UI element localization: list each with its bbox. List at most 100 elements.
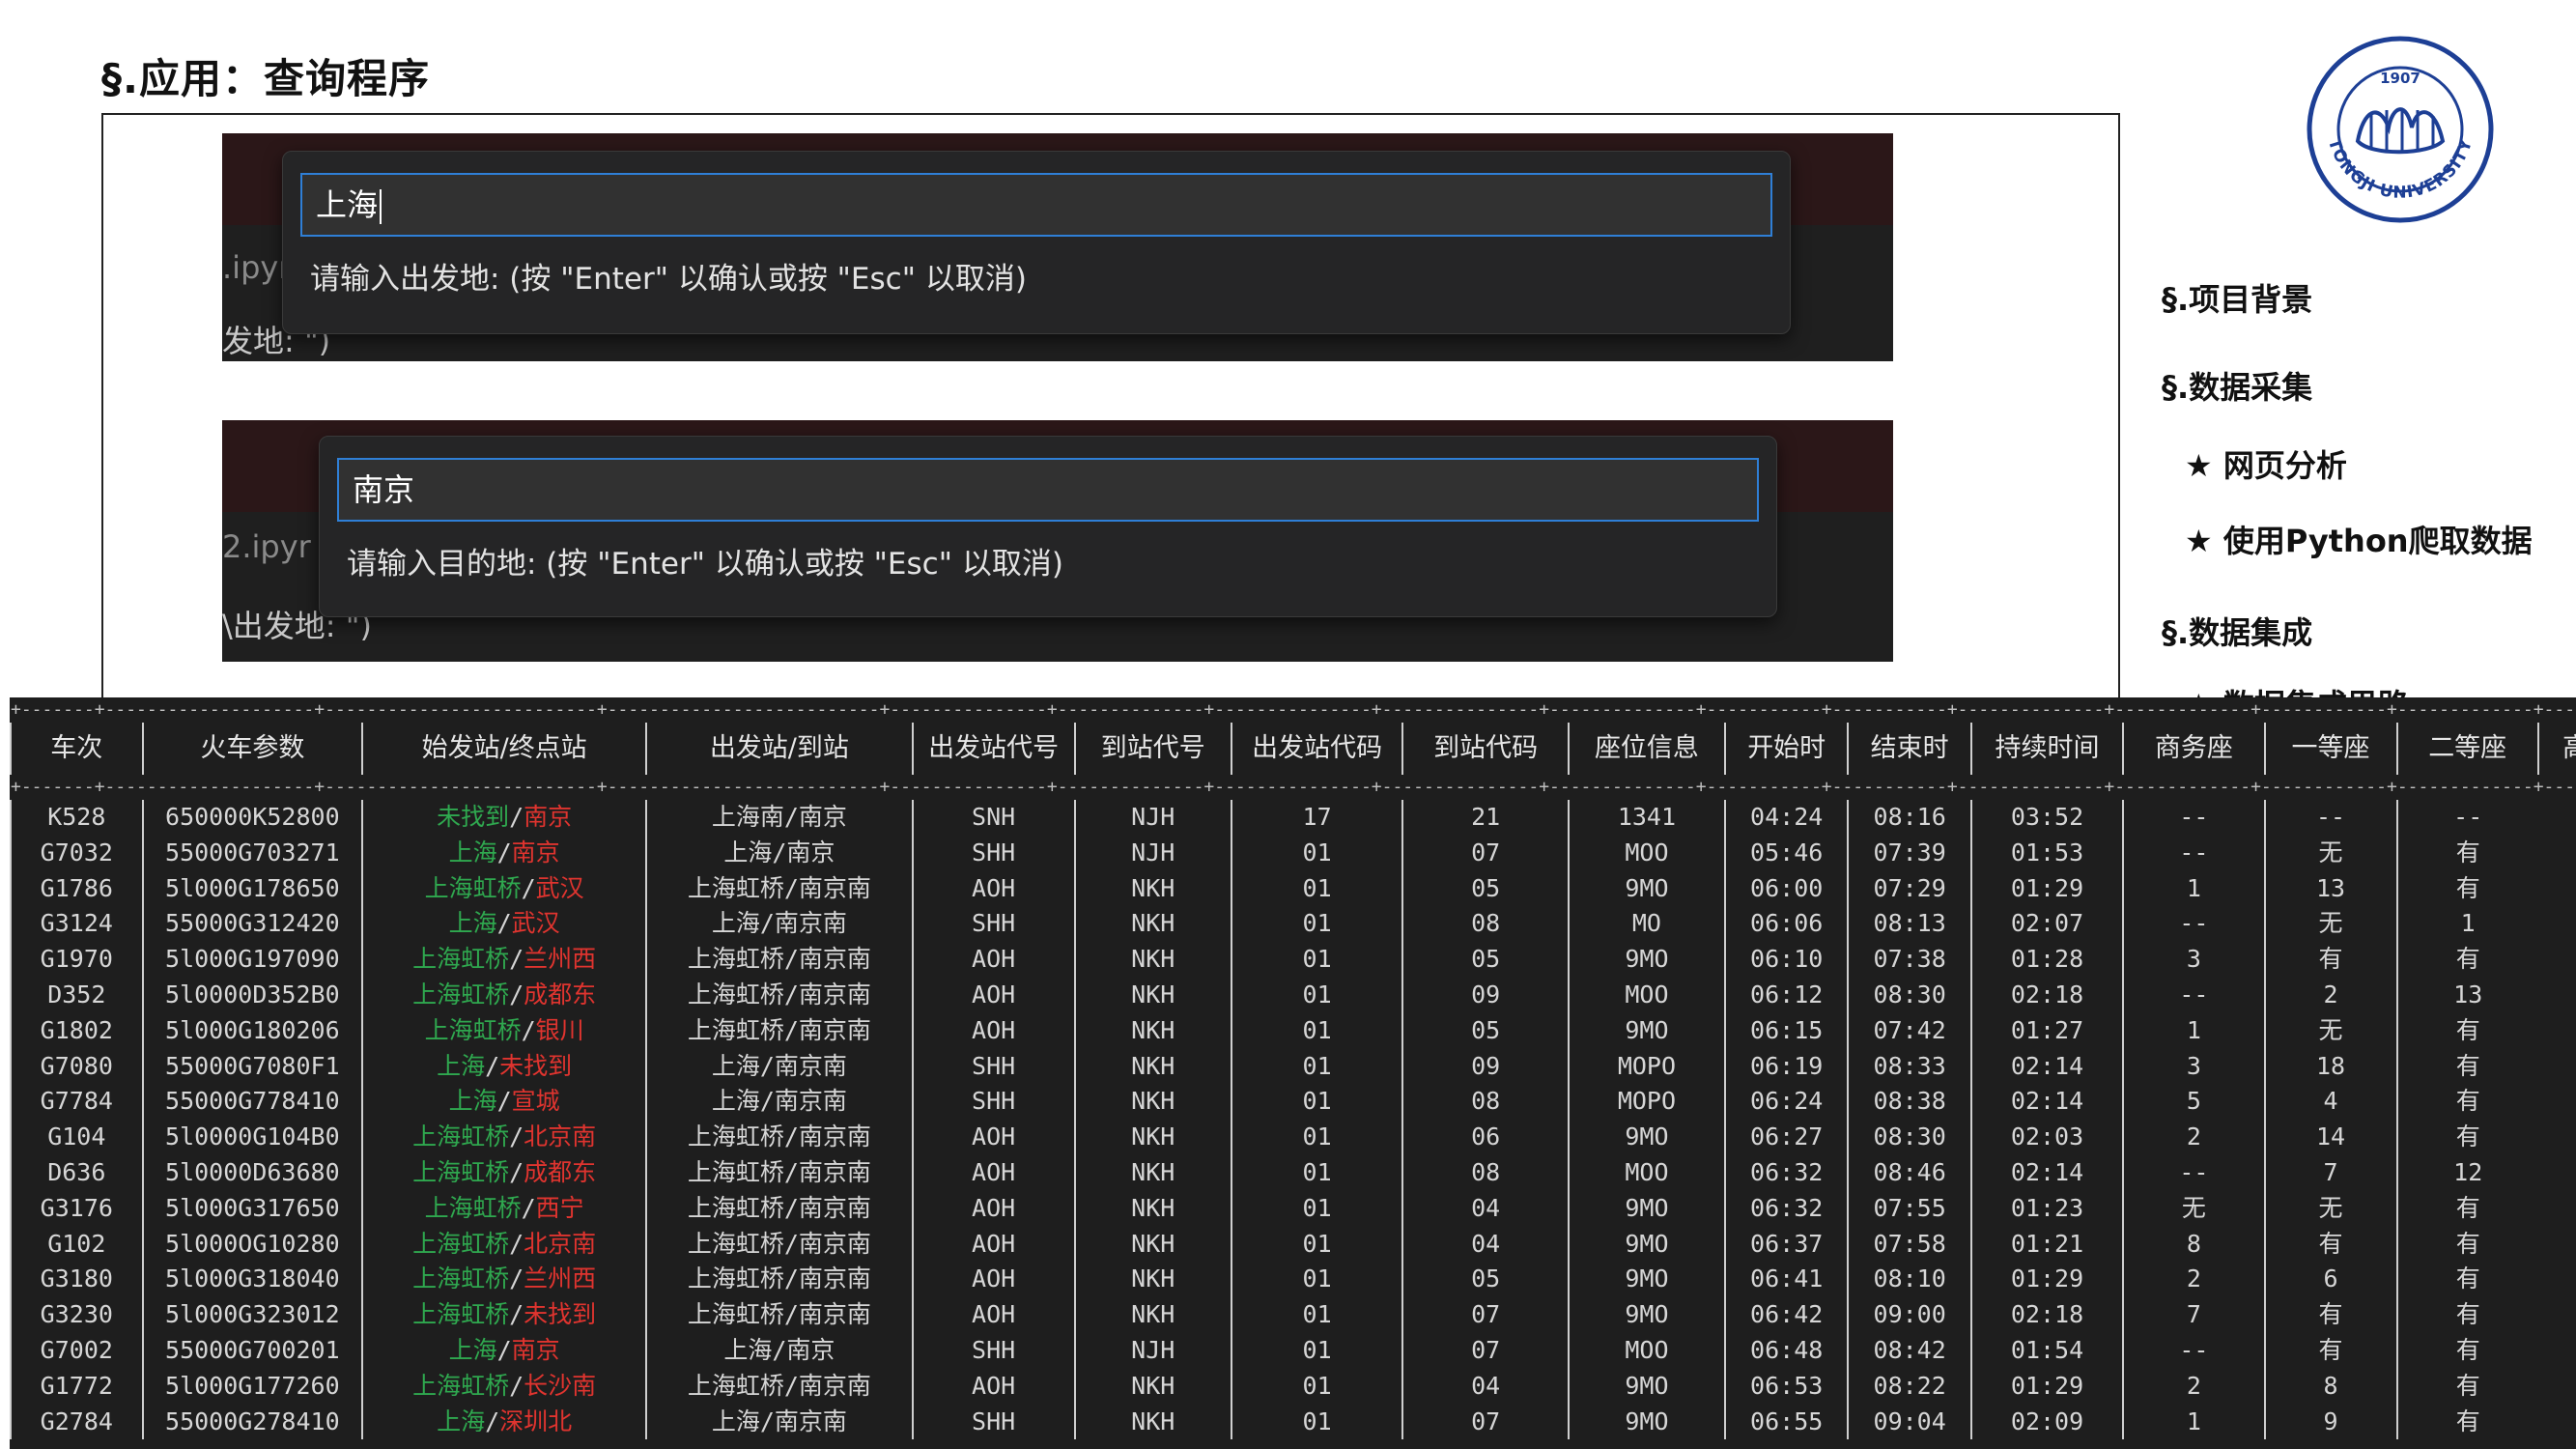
table-cell: 有 [2395, 942, 2538, 978]
table-cell: 08:33 [1847, 1048, 1971, 1085]
table-cell: NKH [1073, 1048, 1231, 1085]
table-cell: G7032 [10, 835, 143, 871]
table-cell: 01:27 [1969, 1012, 2124, 1049]
table-cell: 有 [2395, 835, 2538, 871]
column-header: 始发站/终点站 [361, 723, 647, 775]
table-cell: 02:03 [1969, 1120, 2124, 1155]
table-cell: AOH [911, 1154, 1075, 1191]
table-cell: NJH [1073, 1332, 1231, 1369]
table-cell: 9MO [1567, 1404, 1725, 1440]
table-cell: 01 [1230, 1084, 1403, 1121]
table-cell: 9MO [1567, 1120, 1725, 1155]
table-row: D636 5l0000D63680 上海虹桥/成都东 上海虹桥/南京南 AOH NKH 01… [10, 1154, 2576, 1191]
table-cell: 02:14 [1969, 1048, 2124, 1085]
table-cell: NKH [1073, 870, 1231, 907]
table-cell: 有 [2263, 1297, 2397, 1333]
table-cell: G2784 [10, 1404, 143, 1440]
table-cell: 06:00 [1723, 870, 1849, 907]
table-row: G7784 55000G778410 上海/宣城 上海/南京南 SHH NKH 01 08 MO… [10, 1084, 2576, 1121]
table-row: G3124 55000G312420 上海/武汉 上海/南京南 SHH NKH 01 08 MO… [10, 906, 2576, 943]
start-end-station-cell: 上海/未找到 [361, 1048, 647, 1085]
table-cell: 01 [1230, 1012, 1403, 1049]
start-end-station-cell: 上海/武汉 [361, 906, 647, 943]
table-cell: 有 [2395, 1048, 2538, 1085]
departure-input[interactable]: 上海 [300, 173, 1772, 237]
sidebar-item-python-crawl[interactable]: ★ 使用Python爬取数据 [2185, 517, 2533, 561]
separator: / [509, 803, 524, 831]
table-cell: 01:54 [1969, 1332, 2124, 1369]
background-filename: .ipyr [222, 249, 292, 286]
sidebar-item-web-analysis[interactable]: ★ 网页分析 [2185, 441, 2347, 486]
column-header: 持续时间 [1969, 723, 2124, 775]
table-cell: G1970 [10, 942, 143, 978]
table-cell: NKH [1073, 1154, 1231, 1191]
departure-prompt-screenshot: .ipyr 发地: ") 上海 请输入出发地: (按 "Enter" 以确认或按… [222, 133, 1893, 361]
table-cell: -- [2122, 1154, 2265, 1191]
table-cell: 上海虹桥/南京南 [645, 977, 913, 1013]
table-cell: 有 [2395, 1297, 2538, 1333]
table-cell: 9MO [1567, 1190, 1725, 1227]
table-cell: 9MO [1567, 1297, 1725, 1333]
table-cell: 5 [2122, 1084, 2265, 1121]
table-cell: 3 [2122, 1048, 2265, 1085]
table-cell: 08:46 [1847, 1154, 1971, 1191]
table-cell: 07:29 [1847, 870, 1971, 907]
table-cell: 06:32 [1723, 1190, 1849, 1227]
table-cell: 05 [1401, 942, 1569, 978]
slide-title: §.应用：查询程序 [101, 55, 430, 102]
table-cell: 06:55 [1723, 1404, 1849, 1440]
destination-input[interactable]: 南京 [337, 458, 1759, 522]
table-cell: 08:38 [1847, 1084, 1971, 1121]
table-cell: G1786 [10, 870, 143, 907]
table-row: G7032 55000G703271 上海/南京 上海/南京 SHH NJH 01 07 MOO… [10, 835, 2576, 871]
start-station: 上海 [437, 1051, 486, 1080]
table-cell: 有 [2263, 1226, 2397, 1263]
start-station: 上海虹桥 [412, 1122, 510, 1151]
table-cell: 08:16 [1847, 800, 1971, 836]
end-station: 南京 [511, 838, 560, 867]
table-row: G3176 5l000G317650 上海虹桥/西宁 上海虹桥/南京南 AOH NKH 01… [10, 1190, 2576, 1227]
column-header: 商务座 [2122, 723, 2265, 775]
table-cell: 2 [2263, 977, 2397, 1013]
svg-text:1907: 1907 [2380, 70, 2420, 87]
table-cell: MOPO [1567, 1048, 1725, 1085]
quick-input-palette: 上海 请输入出发地: (按 "Enter" 以确认或按 "Esc" 以取消) [282, 151, 1791, 334]
start-station: 上海虹桥 [424, 1193, 522, 1222]
table-cell: 7 [2263, 1154, 2397, 1191]
table-cell: 02:18 [1969, 977, 2124, 1013]
column-header: 到站代码 [1401, 723, 1569, 775]
table-cell: MOO [1567, 977, 1725, 1013]
table-cell: 上海南/南京 [645, 800, 913, 836]
end-station: 银川 [535, 1015, 584, 1044]
table-cell: SHH [911, 1404, 1075, 1440]
table-cell: 01 [1230, 1404, 1403, 1440]
separator: / [509, 1229, 524, 1258]
start-station: 上海虹桥 [412, 980, 510, 1009]
table-row: K528 650000K52800 未找到/南京 上海南/南京 SNH NJH 17 21 13… [10, 800, 2576, 836]
table-cell: 06 [1401, 1120, 1569, 1155]
table-cell: 9MO [1567, 870, 1725, 907]
table-cell: -- [2122, 800, 2265, 836]
start-end-station-cell: 上海虹桥/西宁 [361, 1190, 647, 1227]
table-cell: 09:00 [1847, 1297, 1971, 1333]
table-cell: 08 [1401, 1084, 1569, 1121]
column-header: 高级软卧 [2536, 723, 2576, 775]
table-cell: 02:14 [1969, 1084, 2124, 1121]
table-cell: 01 [1230, 977, 1403, 1013]
sidebar-item-background[interactable]: §.项目背景 [2162, 275, 2312, 320]
table-cell: 07 [1401, 1404, 1569, 1440]
table-cell: 9MO [1567, 1012, 1725, 1049]
table-cell: 上海虹桥/南京南 [645, 942, 913, 978]
table-cell: D636 [10, 1154, 143, 1191]
sidebar-item-data-integration[interactable]: §.数据集成 [2162, 609, 2312, 653]
table-cell: -- [2122, 1332, 2265, 1369]
end-station: 兰州西 [524, 1264, 597, 1293]
sidebar-item-data-collection[interactable]: §.数据采集 [2162, 363, 2312, 408]
table-cell: 07 [1401, 835, 1569, 871]
table-cell: 2 [2122, 1120, 2265, 1155]
table-cell: AOH [911, 1190, 1075, 1227]
start-station: 上海虹桥 [412, 1229, 510, 1258]
table-cell: 01:23 [1969, 1190, 2124, 1227]
start-end-station-cell: 上海虹桥/武汉 [361, 870, 647, 907]
table-cell: 有 [2395, 1012, 2538, 1049]
